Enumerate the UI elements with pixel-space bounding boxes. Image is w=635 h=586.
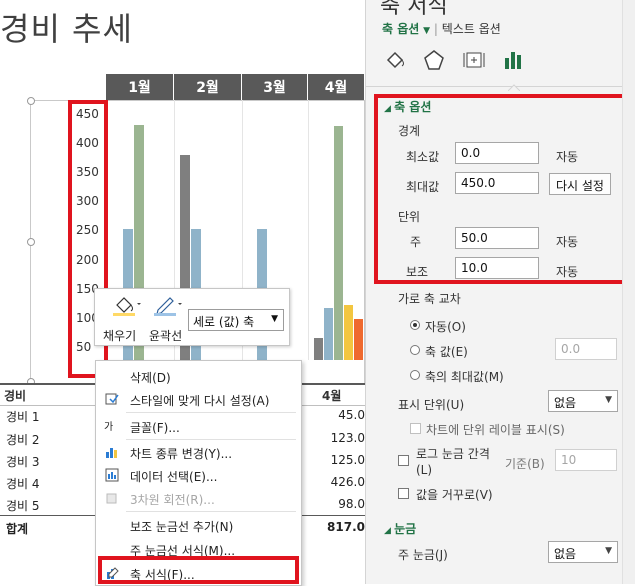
size-properties-icon[interactable] — [462, 48, 486, 72]
month-header-4: 4월 — [308, 74, 365, 100]
radio-axis-max[interactable] — [410, 370, 420, 380]
log-scale-checkbox[interactable] — [398, 455, 409, 466]
table-row-value: 125.0 — [330, 453, 365, 467]
collapse-icon: ◢ — [384, 526, 395, 536]
show-units-label: 차트에 단위 레이블 표시(S) — [426, 423, 565, 437]
display-units-select[interactable]: 없음 — [548, 390, 618, 412]
font-icon: 가 — [104, 422, 114, 433]
format-axis-highlight-box — [98, 556, 299, 584]
chart-resize-handle[interactable] — [27, 238, 35, 246]
radio-axis-value-label: 축 값(E) — [425, 345, 468, 359]
table-row-label: 경비 2 — [6, 433, 40, 447]
menu-item-select-data[interactable]: 데이터 선택(E)... — [96, 464, 301, 486]
table-row-value: 45.0 — [338, 408, 365, 422]
tab-text-options[interactable]: 텍스트 옵션 — [442, 22, 501, 36]
chart-bar[interactable] — [324, 308, 333, 360]
pane-divider — [366, 86, 622, 87]
outline-pen-icon[interactable] — [152, 293, 184, 317]
table-header-label: 경비 — [4, 389, 27, 403]
select-data-icon — [105, 468, 119, 482]
display-units-label: 표시 단위(U) — [398, 398, 465, 412]
outline-label[interactable]: 윤곽선 — [149, 327, 182, 344]
tab-divider: | — [433, 22, 438, 36]
page-title: 경비 추세 — [0, 10, 133, 48]
chart-bar[interactable] — [314, 338, 323, 360]
month-header-1: 1월 — [106, 74, 174, 100]
table-row-value: 426.0 — [330, 475, 365, 489]
log-scale-label: 로그 눈금 간격(L) — [416, 447, 490, 477]
menu-item-label: 3차원 회전(R)... — [130, 493, 215, 507]
menu-item-add-minor-gridlines[interactable]: 보조 눈금선 추가(N) — [96, 514, 301, 536]
axis-options-icon[interactable] — [502, 48, 526, 72]
section-ticks[interactable]: ◢ 눈금 — [384, 520, 416, 537]
chart-element-select-value: 세로 (값) 축 — [193, 315, 255, 329]
table-total-value: 817.0 — [327, 520, 365, 534]
base-label: 기준(B) — [505, 457, 545, 471]
radio-axis-max-label: 축의 최대값(M) — [425, 370, 504, 384]
table-row-label: 경비 4 — [6, 477, 40, 491]
axis-value-input[interactable]: 0.0 — [555, 338, 617, 360]
reset-style-icon — [105, 393, 119, 405]
base-input[interactable]: 10 — [555, 449, 617, 471]
major-tick-select[interactable]: 없음 — [548, 541, 618, 563]
section-ticks-label: 눈금 — [394, 522, 417, 536]
menu-separator — [126, 412, 296, 413]
show-units-checkbox[interactable] — [410, 423, 421, 434]
tab-indicator-icon — [507, 80, 521, 92]
table-header-month: 4월 — [322, 389, 342, 403]
fill-bucket-icon[interactable] — [111, 293, 141, 317]
gridline — [308, 100, 309, 360]
radio-auto[interactable] — [410, 320, 420, 330]
menu-item-label: 데이터 선택(E)... — [130, 470, 218, 484]
radio-auto-label: 자동(O) — [425, 320, 466, 334]
effects-pentagon-icon[interactable] — [422, 48, 446, 72]
menu-item-label: 보조 눈금선 추가(N) — [130, 520, 234, 534]
table-row-value: 98.0 — [338, 497, 365, 511]
menu-item-label: 차트 종류 변경(Y)... — [130, 447, 233, 461]
chevron-down-icon[interactable]: ▼ — [423, 26, 430, 36]
pane-scrollbar[interactable] — [622, 0, 635, 584]
table-row-label: 경비 5 — [6, 499, 40, 513]
menu-item-label: 글꼴(F)... — [130, 421, 180, 435]
chart-bar[interactable] — [344, 305, 353, 360]
table-total-label: 합계 — [6, 522, 29, 536]
pane-tabs: 축 옵션 ▼ | 텍스트 옵션 — [382, 20, 501, 37]
chevron-down-icon: ▼ — [271, 314, 278, 324]
fill-line-icon[interactable] — [384, 48, 408, 72]
chart-resize-handle[interactable] — [27, 97, 35, 105]
fill-label[interactable]: 채우기 — [103, 327, 136, 344]
menu-item-label: 스타일에 맞게 다시 설정(A) — [130, 394, 270, 408]
table-row-value: 123.0 — [330, 431, 365, 445]
menu-item-label: 삭제(D) — [130, 371, 171, 385]
major-tick-label: 주 눈금(J) — [398, 548, 448, 562]
3d-rotation-icon — [106, 493, 117, 504]
table-row-label: 경비 3 — [6, 455, 40, 469]
context-menu: 삭제(D) 스타일에 맞게 다시 설정(A) 가 글꼴(F)... 차트 종류 … — [95, 360, 302, 586]
month-header-3: 3월 — [242, 74, 308, 100]
menu-item-delete[interactable]: 삭제(D) — [96, 365, 301, 387]
cross-label: 가로 축 교차 — [398, 292, 461, 306]
chart-bar[interactable] — [334, 126, 343, 360]
reverse-checkbox[interactable] — [398, 488, 409, 499]
table-row-label: 경비 1 — [6, 410, 40, 424]
tab-axis-options[interactable]: 축 옵션 — [382, 22, 419, 36]
menu-item-3d-rotation: 3차원 회전(R)... — [96, 487, 301, 509]
chart-type-icon — [106, 448, 117, 458]
reverse-label: 값을 거꾸로(V) — [416, 488, 493, 502]
month-header-2: 2월 — [174, 74, 242, 100]
chart-element-select[interactable]: 세로 (값) 축 ▼ — [188, 309, 284, 331]
menu-item-font[interactable]: 가 글꼴(F)... — [96, 415, 301, 437]
mini-toolbar: 채우기 윤곽선 세로 (값) 축 ▼ — [94, 288, 290, 346]
menu-item-change-chart-type[interactable]: 차트 종류 변경(Y)... — [96, 441, 301, 463]
axis-options-highlight-box — [374, 94, 628, 284]
chart-bar[interactable] — [354, 319, 363, 360]
pane-title: 축 서식 — [380, 0, 448, 19]
radio-axis-value[interactable] — [410, 345, 420, 355]
menu-item-reset-style[interactable]: 스타일에 맞게 다시 설정(A) — [96, 388, 301, 410]
menu-separator — [126, 511, 296, 512]
menu-separator — [126, 439, 296, 440]
